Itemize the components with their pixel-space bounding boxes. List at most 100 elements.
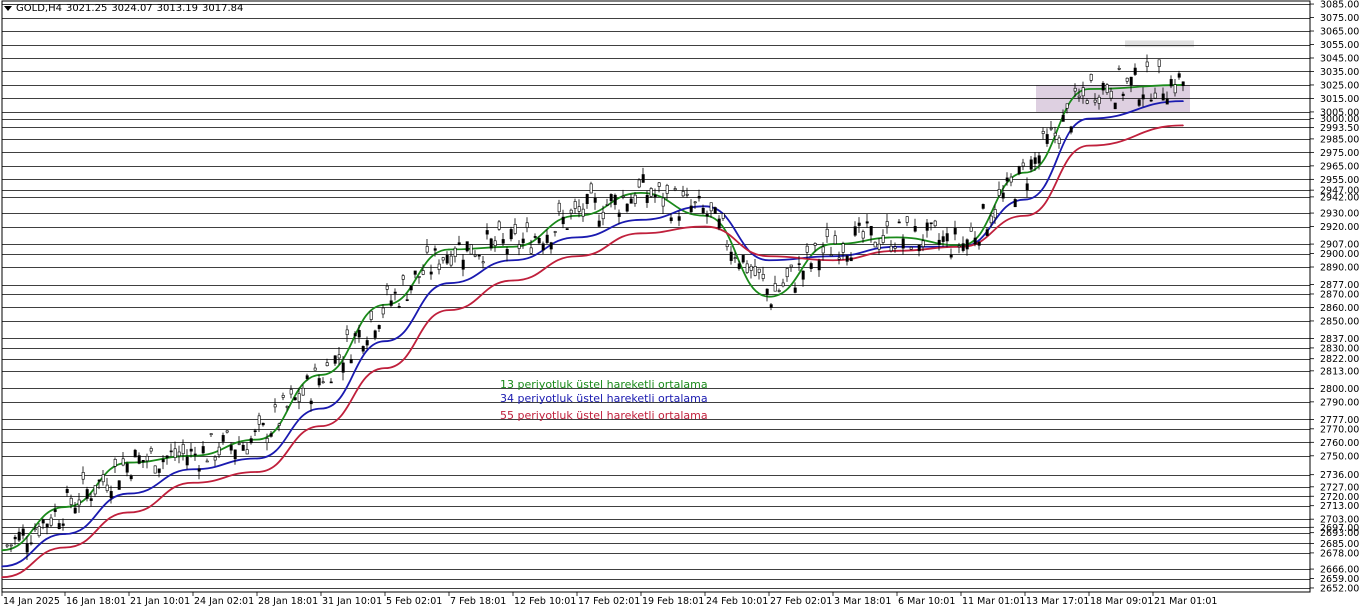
candle-body — [837, 257, 841, 260]
y-tick-label-35: 2750.00 — [1320, 451, 1359, 462]
ema-point-0-14 — [896, 236, 898, 239]
candle-body — [133, 449, 137, 458]
ema-line-0 — [1, 84, 1184, 552]
x-tick-label-4: 28 Jan 18:01 — [258, 596, 318, 607]
candle-body — [581, 208, 585, 217]
candle-body — [909, 247, 913, 250]
candle-body — [385, 285, 389, 290]
candle-body — [1069, 126, 1073, 133]
candle-body — [993, 209, 997, 219]
candle-body — [1085, 100, 1089, 104]
candle-body — [449, 255, 453, 266]
candle-body — [249, 438, 253, 444]
candle-body — [585, 194, 589, 204]
candle-body — [149, 448, 153, 452]
y-tick-label-10: 2993.50 — [1320, 123, 1359, 134]
candle-body — [773, 283, 777, 292]
candle-body — [741, 255, 745, 263]
candle-body — [1137, 99, 1141, 106]
candle-body — [809, 263, 813, 269]
candle-body — [893, 246, 897, 249]
candle-body — [1013, 199, 1017, 208]
candle-body — [817, 260, 821, 271]
x-tick-label-9: 17 Feb 02:01 — [578, 596, 640, 607]
candle-body — [1169, 79, 1173, 87]
candle-body — [1149, 99, 1153, 102]
candle-body — [717, 218, 721, 229]
x-tick-label-14: 6 Mar 10:01 — [898, 596, 955, 607]
y-tick-label-36: 2736.00 — [1320, 470, 1359, 481]
ema-point-2-6 — [384, 367, 386, 369]
candle-body — [465, 241, 469, 252]
candle-body — [21, 528, 25, 536]
candle-body — [425, 246, 429, 253]
dropdown-triangle-icon[interactable] — [4, 5, 12, 11]
candle-body — [1053, 132, 1057, 137]
ema-point-2-5 — [320, 425, 322, 427]
ema-point-1-9 — [576, 236, 578, 239]
candle-body — [397, 306, 401, 308]
candle-body — [49, 517, 53, 526]
candle-body — [89, 498, 93, 501]
candle-body — [333, 355, 337, 364]
candle-body — [73, 507, 77, 514]
ema-point-2-12 — [768, 255, 770, 258]
candle-body — [185, 456, 189, 466]
candle-body — [485, 230, 489, 235]
x-tick-label-12: 27 Feb 02:01 — [770, 596, 832, 607]
candle-body — [1049, 127, 1053, 130]
candle-body — [489, 238, 493, 249]
candle-body — [949, 254, 953, 258]
candle-body — [101, 474, 105, 483]
candle-body — [69, 497, 73, 505]
candle-body — [33, 528, 37, 531]
candle-body — [593, 197, 597, 203]
candle-body — [1121, 93, 1125, 96]
y-tick-label-3: 3055.00 — [1320, 40, 1359, 51]
candle-body — [161, 459, 165, 463]
candle-body — [469, 244, 473, 255]
y-tick-label-18: 2920.00 — [1320, 222, 1359, 233]
candle-body — [737, 263, 741, 269]
candle-body — [153, 465, 157, 474]
candle-body — [341, 362, 345, 373]
ema-point-0-9 — [576, 214, 578, 217]
candle-body — [301, 387, 305, 396]
candle-body — [661, 197, 665, 207]
candle-body — [257, 415, 261, 425]
candle-body — [141, 459, 145, 463]
candle-body — [445, 255, 449, 264]
candle-body — [561, 216, 565, 225]
ema-point-2-14 — [896, 250, 898, 252]
candle-body — [309, 400, 313, 405]
candle-body — [545, 234, 549, 243]
y-tick-label-33: 2770.00 — [1320, 424, 1359, 435]
ema-point-2-16 — [1024, 214, 1026, 217]
candle-body — [1041, 131, 1045, 134]
candle-body — [373, 330, 377, 338]
candle-body — [245, 449, 249, 455]
candle-body — [797, 263, 801, 265]
x-tick-label-3: 24 Jan 02:01 — [194, 596, 254, 607]
candle-body — [1181, 81, 1185, 87]
candle-body — [749, 265, 753, 271]
candle-body — [857, 222, 861, 226]
ema-point-1-4 — [256, 457, 258, 460]
y-tick-label-39: 2713.00 — [1320, 501, 1359, 512]
candle-body — [1073, 87, 1077, 92]
candle-body — [997, 188, 1001, 196]
candle-body — [977, 242, 981, 246]
candle-body — [801, 270, 805, 280]
candle-body — [209, 433, 213, 435]
candle-body — [541, 243, 545, 251]
candle-body — [669, 217, 673, 222]
ema-point-0-12 — [768, 295, 770, 298]
candle-body — [985, 229, 989, 236]
candle-body — [721, 213, 725, 219]
ema-point-2-1 — [64, 546, 66, 549]
candle-body — [981, 204, 985, 209]
ema-point-0-5 — [320, 374, 322, 376]
zone-1 — [1125, 40, 1194, 48]
candle-body — [589, 183, 593, 194]
high-value: 3024.07 — [111, 3, 153, 14]
